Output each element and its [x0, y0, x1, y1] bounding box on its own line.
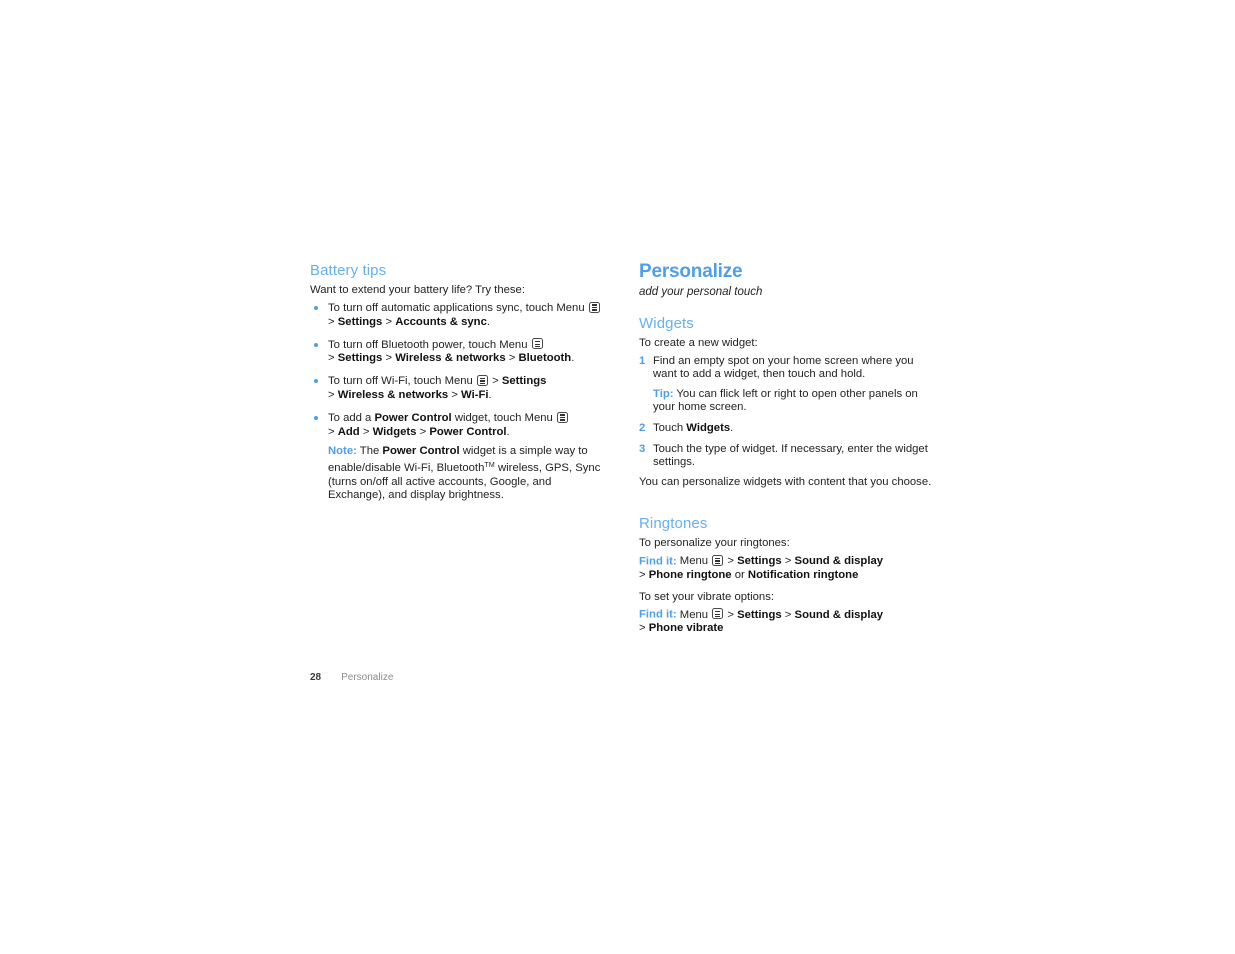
note-block: Note: The Power Control widget is a simp… [328, 445, 610, 502]
step-number: 3 [639, 442, 646, 455]
menu-key-icon [712, 554, 724, 566]
menu-key-icon [531, 338, 543, 350]
step-text: Touch the type of widget. If necessary, … [653, 442, 928, 469]
note-text: The Power Control widget is a simple way… [328, 445, 601, 502]
ringtones-intro-1: To personalize your ringtones: [639, 537, 790, 550]
menu-key-icon [556, 411, 568, 423]
tip-block: Tip: You can flick left or right to open… [653, 388, 939, 415]
ringtones-intro-2: To set your vibrate options: [639, 590, 775, 603]
list-item: 3 Touch the type of widget. If necessary… [639, 443, 939, 470]
battery-tips-intro: Want to extend your battery life? Try th… [310, 284, 525, 296]
page-footer: 28 Personalize [310, 671, 393, 684]
step-number: 2 [639, 421, 646, 434]
list-item: To add a Power Control widget, touch Men… [310, 411, 610, 503]
bullet-text-1: To turn off automatic applications sync,… [328, 301, 601, 328]
trademark-symbol: TM [484, 461, 495, 469]
findit-label: Find it: [639, 608, 677, 621]
menu-key-icon [476, 374, 488, 386]
list-item: 1 Find an empty spot on your home screen… [639, 355, 939, 415]
widgets-steps-list: 1 Find an empty spot on your home screen… [639, 355, 939, 470]
manual-page: Battery tips Want to extend your battery… [0, 0, 1235, 954]
menu-key-icon [588, 301, 600, 313]
bullet-dot-icon [314, 416, 318, 421]
widgets-outro: You can personalize widgets with content… [639, 475, 932, 488]
note-label: Note: [328, 445, 357, 458]
list-item: To turn off automatic applications sync,… [310, 301, 610, 330]
list-item: 2 Touch Widgets. [639, 422, 939, 436]
findit-label: Find it: [639, 555, 677, 568]
widgets-intro: To create a new widget: [639, 337, 758, 349]
bullet-dot-icon [314, 379, 318, 384]
menu-key-icon [712, 608, 724, 620]
bullet-text-4: To add a Power Control widget, touch Men… [328, 411, 569, 438]
step-number: 1 [639, 354, 646, 367]
page-number: 28 [310, 672, 322, 683]
bullet-dot-icon [314, 306, 318, 311]
section-title-widgets: Widgets [639, 315, 694, 332]
step-text: Find an empty spot on your home screen w… [653, 354, 914, 381]
tip-text: You can flick left or right to open othe… [653, 387, 918, 414]
bullet-text-2: To turn off Bluetooth power, touch Menu … [328, 338, 575, 365]
findit-path-ringtone: Find it: Menu > Settings > Sound & displ… [639, 554, 939, 583]
footer-chapter-name: Personalize [341, 672, 394, 683]
battery-tips-list: To turn off automatic applications sync,… [310, 301, 610, 503]
right-column: Personalize add your personal touch Widg… [639, 262, 939, 644]
section-title-battery-tips: Battery tips [310, 262, 387, 279]
page-title: Personalize [639, 261, 743, 282]
tip-label: Tip: [653, 387, 674, 400]
left-column: Battery tips Want to extend your battery… [310, 262, 610, 503]
list-item: To turn off Wi-Fi, touch Menu > Settings… [310, 374, 610, 403]
step-text: Touch Widgets. [653, 421, 734, 434]
list-item: To turn off Bluetooth power, touch Menu … [310, 338, 610, 366]
bullet-dot-icon [314, 342, 318, 347]
section-title-ringtones: Ringtones [639, 515, 708, 533]
findit-path-vibrate: Find it: Menu > Settings > Sound & displ… [639, 608, 939, 636]
bullet-text-3: To turn off Wi-Fi, touch Menu > Settings… [328, 374, 547, 402]
page-subtitle: add your personal touch [639, 286, 763, 298]
